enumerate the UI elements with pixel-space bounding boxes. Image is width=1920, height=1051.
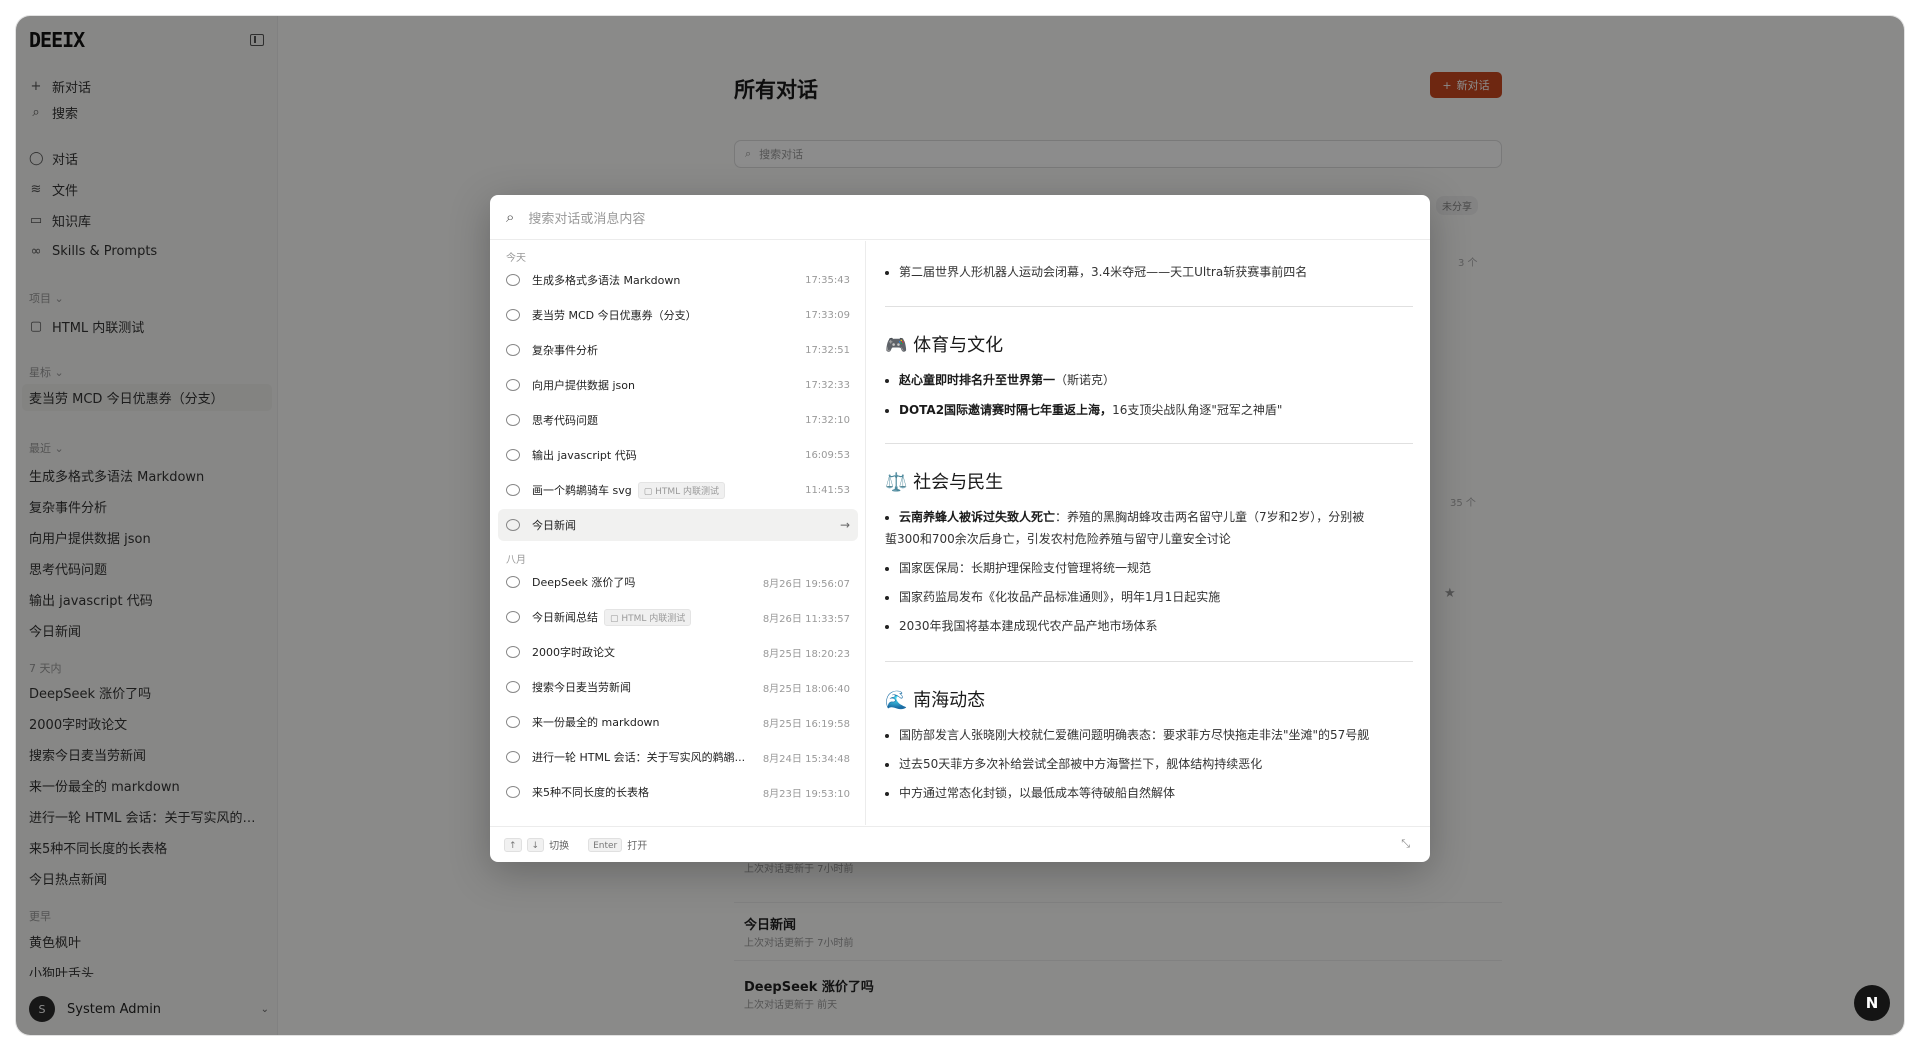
list-item[interactable]: 麦当劳 MCD 今日优惠券（分支） 17:33:09 bbox=[498, 299, 858, 331]
chat-bubble-icon bbox=[506, 309, 520, 321]
preview-bullet-cont: 蜇300和700余次后身亡，引发农村危险养殖与留守儿童安全讨论 bbox=[885, 532, 1231, 546]
preview-divider bbox=[885, 661, 1413, 662]
list-item[interactable]: 进行一轮 HTML 会话：关于写实风的鹈鹕... 8月24日 15:34:48 bbox=[498, 741, 858, 773]
project-tag: ▢ HTML 内联测试 bbox=[604, 608, 692, 626]
search-icon: ⌕ bbox=[506, 208, 515, 226]
list-fade bbox=[490, 795, 865, 825]
preview-divider bbox=[885, 306, 1413, 307]
scales-icon: ⚖️ bbox=[885, 472, 908, 493]
switch-hint: 切换 bbox=[549, 841, 570, 852]
list-item[interactable]: 画一个鹈鹕骑车 svg ▢ HTML 内联测试 11:41:53 bbox=[498, 474, 858, 506]
enter-key: Enter bbox=[588, 837, 623, 852]
chat-bubble-icon bbox=[506, 519, 520, 531]
folder-icon: ▢ bbox=[610, 613, 619, 624]
list-item[interactable]: 输出 javascript 代码 16:09:53 bbox=[498, 439, 858, 471]
arrow-up-key: ↑ bbox=[504, 837, 522, 852]
chat-bubble-icon bbox=[506, 449, 520, 461]
chat-bubble-icon bbox=[506, 484, 520, 496]
chat-bubble-icon bbox=[506, 344, 520, 356]
list-item[interactable]: 生成多格式多语法 Markdown 17:35:43 bbox=[498, 264, 858, 296]
folder-icon: ▢ bbox=[643, 486, 653, 497]
preview-bullet: 赵心童即时排名升至世界第一（斯诺克） bbox=[885, 371, 1115, 388]
preview-bullet: 2030年我国将基本建成现代农产品产地市场体系 bbox=[885, 617, 1158, 634]
chat-bubble-icon bbox=[506, 611, 520, 623]
chat-bubble-icon bbox=[506, 379, 520, 391]
modal-search-input[interactable]: ⌕ 搜索对话或消息内容 bbox=[490, 195, 1430, 240]
chat-bubble-icon bbox=[506, 751, 520, 763]
list-item-selected[interactable]: 今日新闻 → bbox=[498, 509, 858, 541]
project-tag: ▢ HTML 内联测试 bbox=[637, 481, 726, 499]
preview-bullet: 国家药监局发布《化妆品产品标准通则》，明年1月1日起实施 bbox=[885, 588, 1220, 605]
result-list: 今天 生成多格式多语法 Markdown 17:35:43 麦当劳 MCD 今日… bbox=[490, 241, 866, 825]
chat-bubble-icon bbox=[506, 414, 520, 426]
chat-bubble-icon bbox=[506, 646, 520, 658]
chat-bubble-icon bbox=[506, 576, 520, 588]
chat-bubble-icon bbox=[506, 274, 520, 286]
preview-bullet: 中方通过常态化封锁，以最低成本等待破船自然解体 bbox=[885, 784, 1175, 801]
group-label: 今天 bbox=[506, 253, 526, 264]
preview-heading: ⚖️ 社会与民生 bbox=[885, 472, 1004, 493]
chat-bubble-icon bbox=[506, 681, 520, 693]
search-modal: ⌕ 搜索对话或消息内容 今天 生成多格式多语法 Markdown 17:35:4… bbox=[490, 195, 1430, 862]
list-item[interactable]: 来一份最全的 markdown 8月25日 16:19:58 bbox=[498, 706, 858, 738]
group-label: 八月 bbox=[506, 555, 526, 566]
arrow-right-icon: → bbox=[839, 518, 850, 532]
wave-icon: 🌊 bbox=[885, 690, 908, 711]
preview-divider bbox=[885, 443, 1413, 444]
list-item[interactable]: 复杂事件分析 17:32:51 bbox=[498, 334, 858, 366]
list-item[interactable]: 今日新闻总结 ▢ HTML 内联测试 8月26日 11:33:57 bbox=[498, 601, 858, 633]
open-hint: 打开 bbox=[627, 841, 648, 852]
preview-heading: 🎮 体育与文化 bbox=[885, 335, 1004, 356]
list-item[interactable]: 搜索今日麦当劳新闻 8月25日 18:06:40 bbox=[498, 671, 858, 703]
list-item[interactable]: 向用户提供数据 json 17:32:33 bbox=[498, 369, 858, 401]
game-controller-icon: 🎮 bbox=[885, 335, 908, 356]
floating-assistant-button[interactable]: N bbox=[1854, 985, 1890, 1021]
list-item[interactable]: 思考代码问题 17:32:10 bbox=[498, 404, 858, 436]
collapse-icon[interactable]: ⤡ bbox=[1401, 837, 1410, 851]
preview-bullet: 国家医保局：长期护理保险支付管理将统一规范 bbox=[885, 559, 1151, 576]
preview-heading: 🌊 南海动态 bbox=[885, 690, 986, 711]
list-item[interactable]: 2000字时政论文 8月25日 18:20:23 bbox=[498, 636, 858, 668]
preview-fade bbox=[870, 241, 1430, 259]
arrow-down-key: ↓ bbox=[526, 837, 545, 852]
chat-bubble-icon bbox=[506, 716, 520, 728]
preview-bullet: 国防部发言人张晓刚大校就仁爱礁问题明确表态：要求菲方尽快拖走非法"坐滩"的57号… bbox=[885, 726, 1369, 743]
modal-footer: ↑ ↓ 切换 Enter 打开 bbox=[490, 826, 1430, 862]
preview-bullet: 过去50天菲方多次补给尝试全部被中方海警拦下，舰体结构持续恶化 bbox=[885, 755, 1262, 772]
list-item[interactable]: DeepSeek 涨价了吗 8月26日 19:56:07 bbox=[498, 566, 858, 598]
preview-bullet: DOTA2国际邀请赛时隔七年重返上海，16支顶尖战队角逐"冠军之神盾" bbox=[885, 401, 1282, 418]
preview-bullet: 云南养蜂人被诉过失致人死亡：养殖的黑胸胡蜂攻击两名留守儿童（7岁和2岁），分别被 bbox=[885, 508, 1364, 525]
preview-bullet: 第二届世界人形机器人运动会闭幕，3.4米夺冠——天工Ultra斩获赛事前四名 bbox=[885, 263, 1307, 280]
